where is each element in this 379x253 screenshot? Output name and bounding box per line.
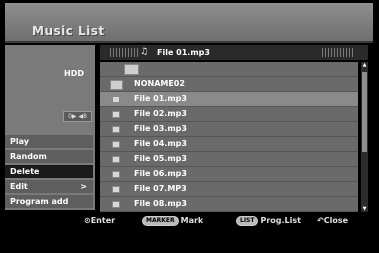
marker-badge: MARKER xyxy=(142,215,179,226)
list-item-file[interactable]: File 05.mp3 xyxy=(100,152,358,167)
mark-label: Mark xyxy=(180,216,204,225)
page-title: Music List xyxy=(32,24,105,38)
menu-item-label: Delete xyxy=(10,167,40,176)
enter-hint: ⊙Enter xyxy=(84,215,115,227)
storage-label: HDD xyxy=(64,69,84,78)
list-item-label: File 03.mp3 xyxy=(134,124,187,133)
menu-item-play[interactable]: Play xyxy=(5,135,93,148)
list-item-folder[interactable]: NONAME02 xyxy=(100,77,358,92)
menu-item-label: Edit xyxy=(10,182,28,191)
prog-list-label: Prog.List xyxy=(260,216,301,225)
header-hatch-right xyxy=(322,48,354,57)
menu-item-label: Play xyxy=(10,137,29,146)
list-item-label: File 07.MP3 xyxy=(134,184,187,193)
close-label: Close xyxy=(323,216,348,225)
list-item-label: File 04.mp3 xyxy=(134,139,187,148)
list-item-label: NONAME02 xyxy=(134,79,185,88)
audio-file-icon xyxy=(104,92,126,106)
audio-file-icon xyxy=(104,137,126,151)
return-icon: ↶ xyxy=(317,216,324,225)
enter-label: Enter xyxy=(90,216,116,225)
marker-hint: MARKER Mark xyxy=(142,215,203,227)
menu-item-delete[interactable]: Delete xyxy=(5,165,93,178)
header-hatch-left xyxy=(110,48,140,57)
playback-indicator: 0▶ ◀8 xyxy=(63,111,92,122)
scrollbar-thumb[interactable] xyxy=(362,72,367,152)
audio-file-icon xyxy=(104,122,126,136)
enter-icon: ⊙ xyxy=(84,216,91,225)
audio-file-icon xyxy=(104,182,126,196)
scroll-up-icon[interactable]: ▲ xyxy=(361,62,368,68)
list-item-file[interactable]: File 06.mp3 xyxy=(100,167,358,182)
music-note-icon: ♫ xyxy=(140,47,149,57)
music-list-screen: Music List HDD 0▶ ◀8 Play Random Delete … xyxy=(0,0,379,253)
list-hint: LIST Prog.List xyxy=(236,215,301,227)
menu-item-edit[interactable]: Edit > xyxy=(5,180,93,193)
list-item-label: File 06.mp3 xyxy=(134,169,187,178)
list-item-file[interactable]: File 04.mp3 xyxy=(100,137,358,152)
list-item-label: File 02.mp3 xyxy=(134,109,187,118)
current-file-name: File 01.mp3 xyxy=(157,48,210,57)
close-hint: ↶Close xyxy=(317,215,348,227)
folder-icon xyxy=(110,80,123,90)
list-item-label: File 05.mp3 xyxy=(134,154,187,163)
audio-file-icon xyxy=(104,152,126,166)
list-item-file[interactable]: File 03.mp3 xyxy=(100,122,358,137)
list-badge: LIST xyxy=(236,215,259,226)
title-divider xyxy=(5,41,373,43)
menu-item-program-add[interactable]: Program add xyxy=(5,195,93,208)
list-item-file[interactable]: File 07.MP3 xyxy=(100,182,358,197)
list-item-file[interactable]: File 02.mp3 xyxy=(100,107,358,122)
audio-file-icon xyxy=(104,107,126,121)
audio-file-icon xyxy=(104,167,126,181)
audio-file-icon xyxy=(104,197,126,211)
footer-hints: ⊙Enter MARKER Mark LIST Prog.List ↶Close xyxy=(0,212,379,232)
list-item-file[interactable]: File 01.mp3 xyxy=(100,92,358,107)
list-item-parent[interactable] xyxy=(100,62,358,77)
list-scrollbar[interactable] xyxy=(361,62,368,212)
menu-item-label: Random xyxy=(10,152,47,161)
list-item-label: File 01.mp3 xyxy=(134,94,187,103)
list-item-file[interactable]: File 08.mp3 xyxy=(100,197,358,212)
submenu-arrow-icon: > xyxy=(80,182,87,191)
parent-folder-icon xyxy=(124,64,139,75)
menu-item-label: Program add xyxy=(10,197,69,206)
list-item-label: File 08.mp3 xyxy=(134,199,187,208)
menu-item-random[interactable]: Random xyxy=(5,150,93,163)
file-list: NONAME02 File 01.mp3 File 02.mp3 File 03… xyxy=(100,62,358,212)
